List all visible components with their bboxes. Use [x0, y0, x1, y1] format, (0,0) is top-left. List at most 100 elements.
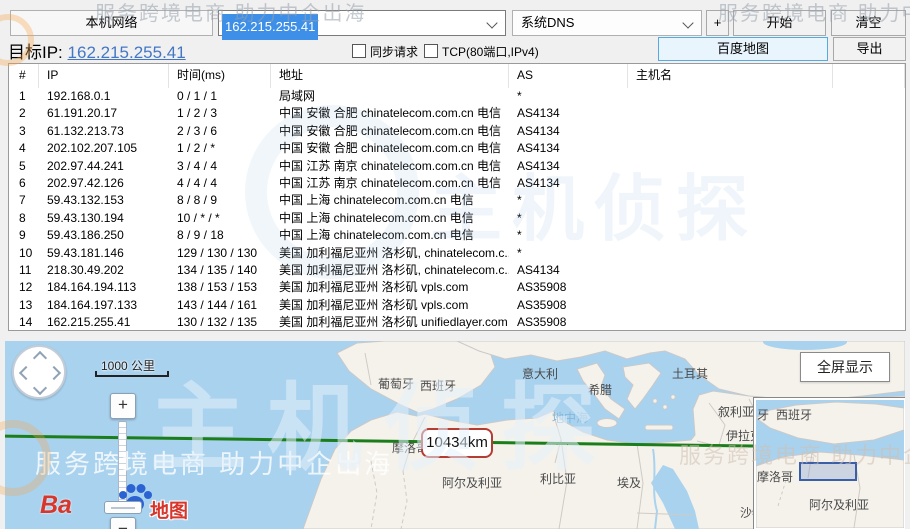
pan-right-icon[interactable] [46, 365, 62, 381]
map-canvas[interactable]: 意大利 葡萄牙 西班牙 希腊 土耳其 地中海 叙利亚 伊拉克 摩洛哥 阿尔及利亚… [5, 341, 905, 529]
overview-minimap[interactable]: 牙 西班牙 摩洛哥 阿尔及利亚 [753, 397, 905, 529]
zoom-slider-handle[interactable] [104, 501, 142, 514]
map-label-algeria: 阿尔及利亚 [442, 476, 503, 490]
header-addr[interactable]: 地址 [271, 64, 509, 88]
cell-ip: 162.215.255.41 [47, 315, 131, 330]
cell-ip: 59.43.132.153 [47, 193, 124, 208]
island-crete [644, 424, 674, 431]
header-ip[interactable]: IP [39, 64, 169, 88]
cell-as: * [517, 245, 522, 260]
cell-host [628, 140, 833, 157]
cell-as: AS4134 [517, 262, 560, 277]
add-button[interactable]: + [706, 10, 729, 36]
cell-time: 0 / 1 / 1 [177, 89, 218, 103]
export-button[interactable]: 导出 [833, 37, 906, 61]
table-row[interactable]: 3 61.132.213.73 2 / 3 / 6 中国 安徽 合肥 china… [9, 123, 905, 140]
baidu-map-button[interactable]: 百度地图 [658, 37, 828, 61]
tcp-label: TCP(80端口,IPv4) [442, 45, 539, 59]
cell-ip: 218.30.49.202 [47, 262, 124, 277]
cell-ip: 192.168.0.1 [47, 89, 111, 103]
target-ip-input-value: 162.215.255.41 [222, 14, 319, 40]
cell-as: AS4134 [517, 106, 560, 121]
cell-host [628, 245, 833, 262]
map-pan-control[interactable] [12, 345, 66, 399]
target-ip-link[interactable]: 162.215.255.41 [68, 43, 186, 62]
table-row[interactable]: 10 59.43.181.146 129 / 130 / 130 美国 加利福尼… [9, 245, 905, 262]
cell-host [628, 158, 833, 175]
cell-host [628, 175, 833, 192]
table-row[interactable]: 11 218.30.49.202 134 / 135 / 140 美国 加利福尼… [9, 262, 905, 279]
pan-up-icon[interactable] [32, 350, 48, 366]
fullscreen-button[interactable]: 全屏显示 [800, 352, 890, 382]
checkbox-box[interactable] [352, 44, 366, 58]
distance-label: 10434km [421, 428, 493, 458]
header-time[interactable]: 时间(ms) [169, 64, 271, 88]
header-num[interactable]: # [9, 64, 39, 88]
cell-num: 2 [19, 106, 26, 121]
clear-button[interactable]: 清空 [831, 10, 906, 36]
target-ip-row: 目标IP: 162.215.255.41 [8, 38, 186, 63]
map-label-mediterranean: 地中海 [552, 411, 589, 425]
cell-addr: 中国 上海 chinatelecom.com.cn 电信 [279, 210, 474, 225]
table-row[interactable]: 4 202.102.207.105 1 / 2 / * 中国 安徽 合肥 chi… [9, 140, 905, 157]
minimap-viewport-rect[interactable] [799, 462, 857, 481]
cell-addr: 中国 江苏 南京 chinatelecom.com.cn 电信 [279, 175, 502, 190]
target-ip-label: 目标IP: [8, 43, 63, 62]
pan-down-icon[interactable] [32, 380, 48, 396]
cell-ip: 59.43.130.194 [47, 210, 124, 225]
table-row[interactable]: 12 184.164.194.113 138 / 153 / 153 美国 加利… [9, 279, 905, 296]
cell-num: 4 [19, 141, 26, 156]
chevron-down-icon[interactable] [486, 17, 498, 29]
map-label-greece: 希腊 [588, 383, 613, 397]
landmass-iberia [336, 341, 496, 414]
cell-as: AS35908 [517, 315, 567, 330]
map-label-spain: 西班牙 [420, 379, 457, 393]
tcp-checkbox[interactable]: TCP(80端口,IPv4) [424, 43, 539, 60]
map-scale-bar [95, 371, 169, 377]
cell-time: 10 / * / * [177, 210, 220, 225]
chevron-down-icon[interactable] [682, 17, 694, 29]
map-label-syria: 叙利亚 [718, 405, 755, 419]
checkbox-box[interactable] [424, 44, 438, 58]
map-label-portugal: 葡萄牙 [378, 377, 415, 391]
minimap-label-spain: 西班牙 [776, 408, 813, 422]
cell-as: AS35908 [517, 280, 567, 295]
header-filler [833, 64, 905, 88]
table-row[interactable]: 14 162.215.255.41 130 / 132 / 135 美国 加利福… [9, 314, 905, 330]
map-label-turkey: 土耳其 [672, 367, 709, 381]
besttrace-window: 本机网络 162.215.255.41 系统DNS + 开始 清空 目标IP: … [0, 0, 910, 529]
sync-request-checkbox[interactable]: 同步请求 [352, 43, 418, 60]
table-row[interactable]: 9 59.43.186.250 8 / 9 / 18 中国 上海 chinate… [9, 227, 905, 244]
pan-left-icon[interactable] [18, 365, 34, 381]
table-row[interactable]: 7 59.43.132.153 8 / 8 / 9 中国 上海 chinatel… [9, 192, 905, 209]
header-as[interactable]: AS [509, 64, 628, 88]
header-host[interactable]: 主机名 [628, 64, 833, 88]
cell-time: 4 / 4 / 4 [177, 175, 218, 190]
island-sicily [596, 418, 618, 428]
target-ip-input[interactable]: 162.215.255.41 [218, 10, 506, 40]
cell-time: 3 / 4 / 4 [177, 158, 218, 173]
cell-host [628, 88, 833, 105]
cell-addr: 中国 安徽 合肥 chinatelecom.com.cn 电信 [279, 123, 502, 138]
dns-select[interactable]: 系统DNS [512, 10, 702, 36]
minimap-label-portugal-partial: 牙 [757, 408, 770, 422]
sync-request-label: 同步请求 [370, 45, 419, 59]
cell-time: 1 / 2 / * [177, 141, 216, 156]
zoom-out-button[interactable]: − [110, 517, 136, 529]
zoom-in-button[interactable]: + [110, 393, 136, 419]
table-header-row: # IP 时间(ms) 地址 AS 主机名 [9, 64, 905, 88]
cell-as: AS4134 [517, 123, 560, 138]
table-row[interactable]: 6 202.97.42.126 4 / 4 / 4 中国 江苏 南京 china… [9, 175, 905, 192]
table-row[interactable]: 5 202.97.44.241 3 / 4 / 4 中国 江苏 南京 china… [9, 158, 905, 175]
table-row[interactable]: 13 184.164.197.133 143 / 144 / 161 美国 加利… [9, 297, 905, 314]
cell-ip: 59.43.186.250 [47, 228, 124, 243]
baidu-maps-logo[interactable]: Ba 地图 [40, 484, 188, 522]
minimap-label-morocco: 摩洛哥 [757, 470, 794, 484]
table-row[interactable]: 2 61.191.20.17 1 / 2 / 3 中国 安徽 合肥 chinat… [9, 105, 905, 122]
table-row[interactable]: 8 59.43.130.194 10 / * / * 中国 上海 chinate… [9, 210, 905, 227]
local-network-select[interactable]: 本机网络 [10, 10, 213, 36]
cell-host [628, 297, 833, 314]
table-row[interactable]: 1 192.168.0.1 0 / 1 / 1 局域网 * [9, 88, 905, 105]
cell-time: 8 / 8 / 9 [177, 193, 218, 208]
start-button[interactable]: 开始 [733, 10, 826, 36]
